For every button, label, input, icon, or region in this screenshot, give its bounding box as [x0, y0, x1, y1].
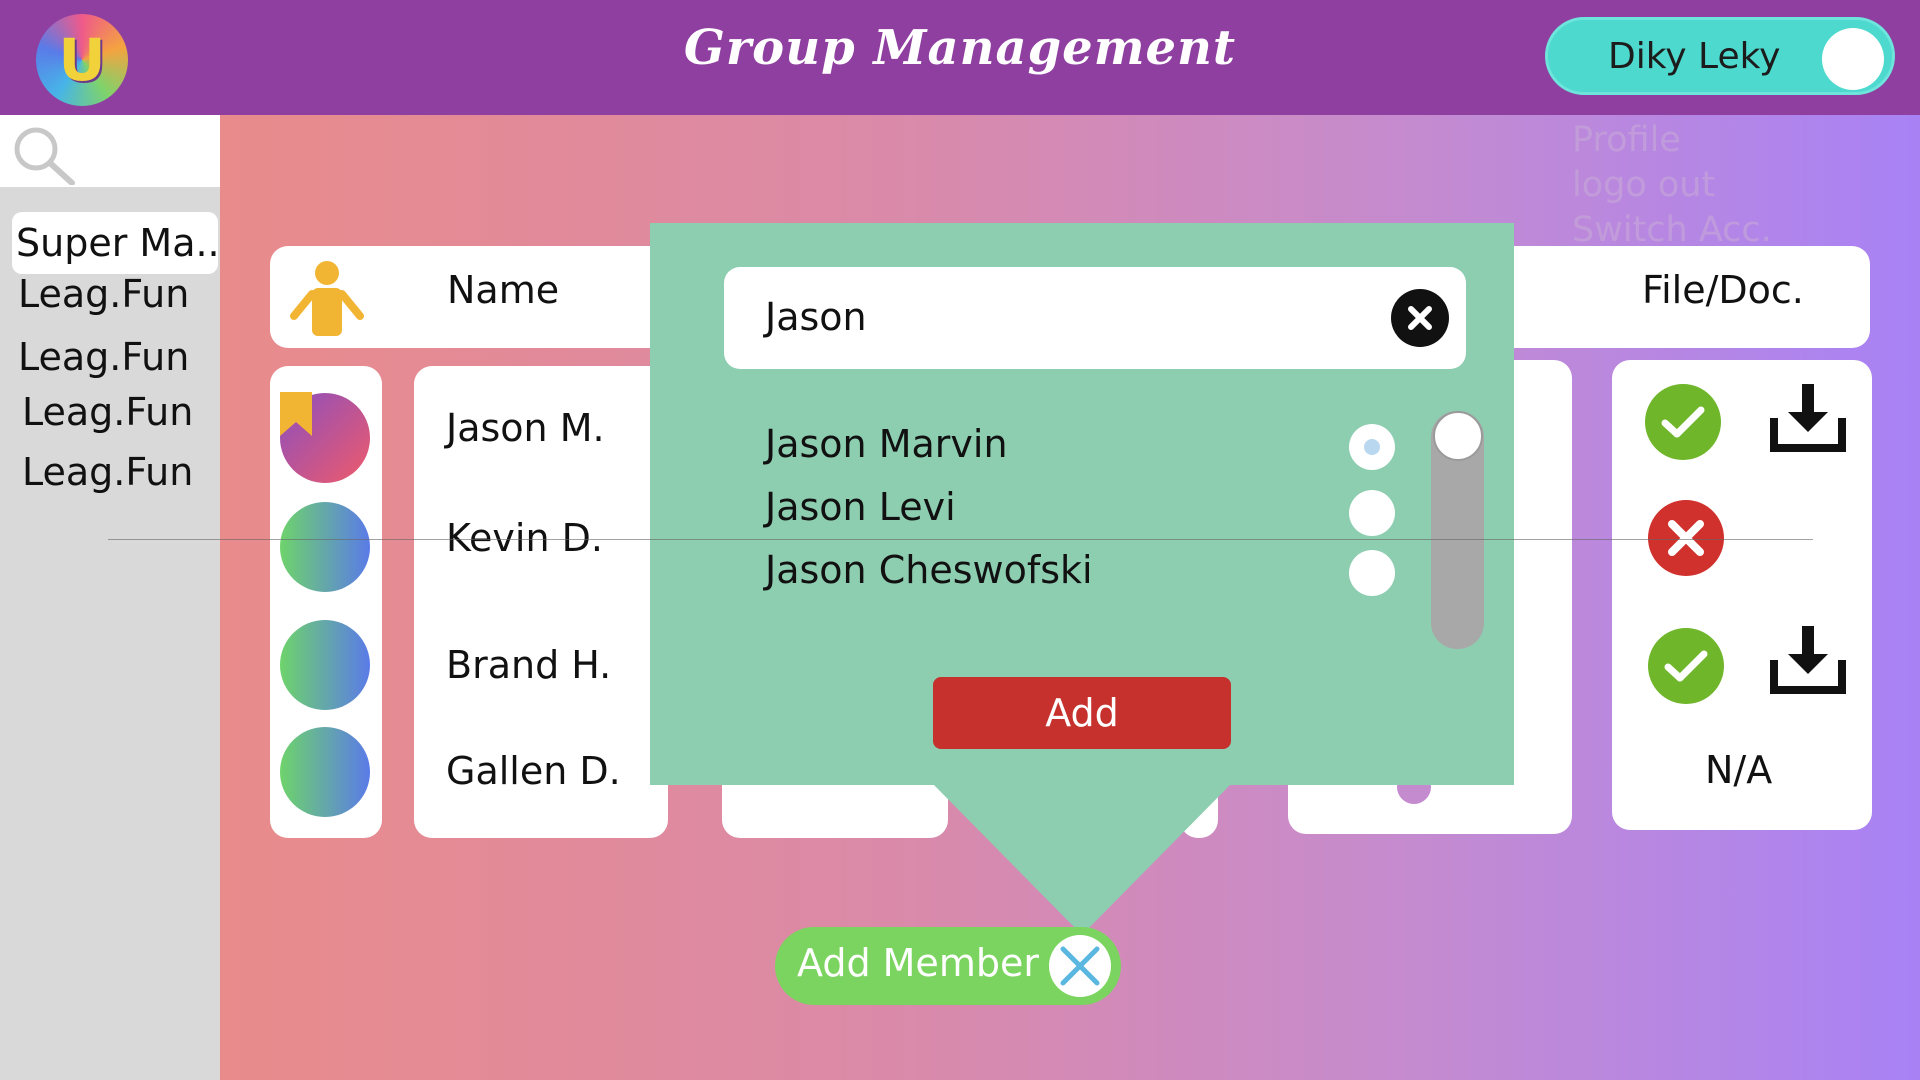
user-account-toggle[interactable]: Diky Leky — [1545, 17, 1895, 95]
search-result-name[interactable]: Jason Levi — [765, 485, 956, 529]
add-button[interactable]: Add — [933, 677, 1231, 749]
result-radio[interactable] — [1349, 550, 1395, 596]
add-member-button[interactable]: Add Member — [775, 927, 1121, 1005]
check-icon — [1648, 628, 1724, 704]
sidebar-item-league[interactable]: Leag.Fun — [22, 450, 193, 494]
member-name[interactable]: Jason M. — [446, 406, 605, 450]
result-radio-selected[interactable] — [1349, 424, 1395, 470]
search-input[interactable] — [0, 115, 220, 187]
check-icon — [1645, 384, 1721, 460]
search-icon — [14, 127, 75, 185]
profile-menu: Profile logo out Switch Acc. — [1572, 118, 1772, 253]
menu-item-profile[interactable]: Profile — [1572, 118, 1772, 163]
sidebar-item-league[interactable]: Leag.Fun — [18, 272, 189, 316]
file-status-text: N/A — [1705, 748, 1773, 792]
member-name[interactable]: Gallen D. — [446, 749, 621, 793]
scrollbar-thumb[interactable] — [1433, 411, 1483, 461]
column-header-file[interactable]: File/Doc. — [1642, 268, 1804, 312]
error-icon — [1648, 500, 1724, 576]
toggle-knob — [1822, 28, 1884, 90]
avatar[interactable] — [280, 620, 370, 710]
sidebar-item-super[interactable]: Super Ma.. — [12, 212, 218, 274]
column-header-name[interactable]: Name — [447, 268, 559, 312]
result-radio[interactable] — [1349, 490, 1395, 536]
sidebar-item-league[interactable]: Leag.Fun — [22, 390, 193, 434]
divider-line — [108, 539, 1813, 540]
add-member-label: Add Member — [797, 941, 1039, 985]
menu-item-logout[interactable]: logo out — [1572, 163, 1772, 208]
close-icon[interactable] — [1049, 935, 1111, 997]
clear-search-icon[interactable] — [1391, 289, 1449, 347]
search-result-name[interactable]: Jason Cheswofski — [765, 548, 1093, 592]
search-result-name[interactable]: Jason Marvin — [765, 422, 1008, 466]
download-icon[interactable] — [1770, 384, 1846, 454]
avatar[interactable] — [280, 502, 370, 592]
avatar[interactable] — [280, 727, 370, 817]
person-icon — [290, 261, 364, 336]
user-name: Diky Leky — [1608, 36, 1781, 77]
popover-pointer — [934, 785, 1230, 935]
member-name[interactable]: Kevin D. — [446, 516, 603, 560]
bookmark-icon — [280, 392, 312, 436]
member-name[interactable]: Brand H. — [446, 643, 611, 687]
member-search-value[interactable]: Jason — [765, 295, 867, 339]
sidebar-item-league[interactable]: Leag.Fun — [18, 335, 189, 379]
download-icon[interactable] — [1770, 626, 1846, 696]
